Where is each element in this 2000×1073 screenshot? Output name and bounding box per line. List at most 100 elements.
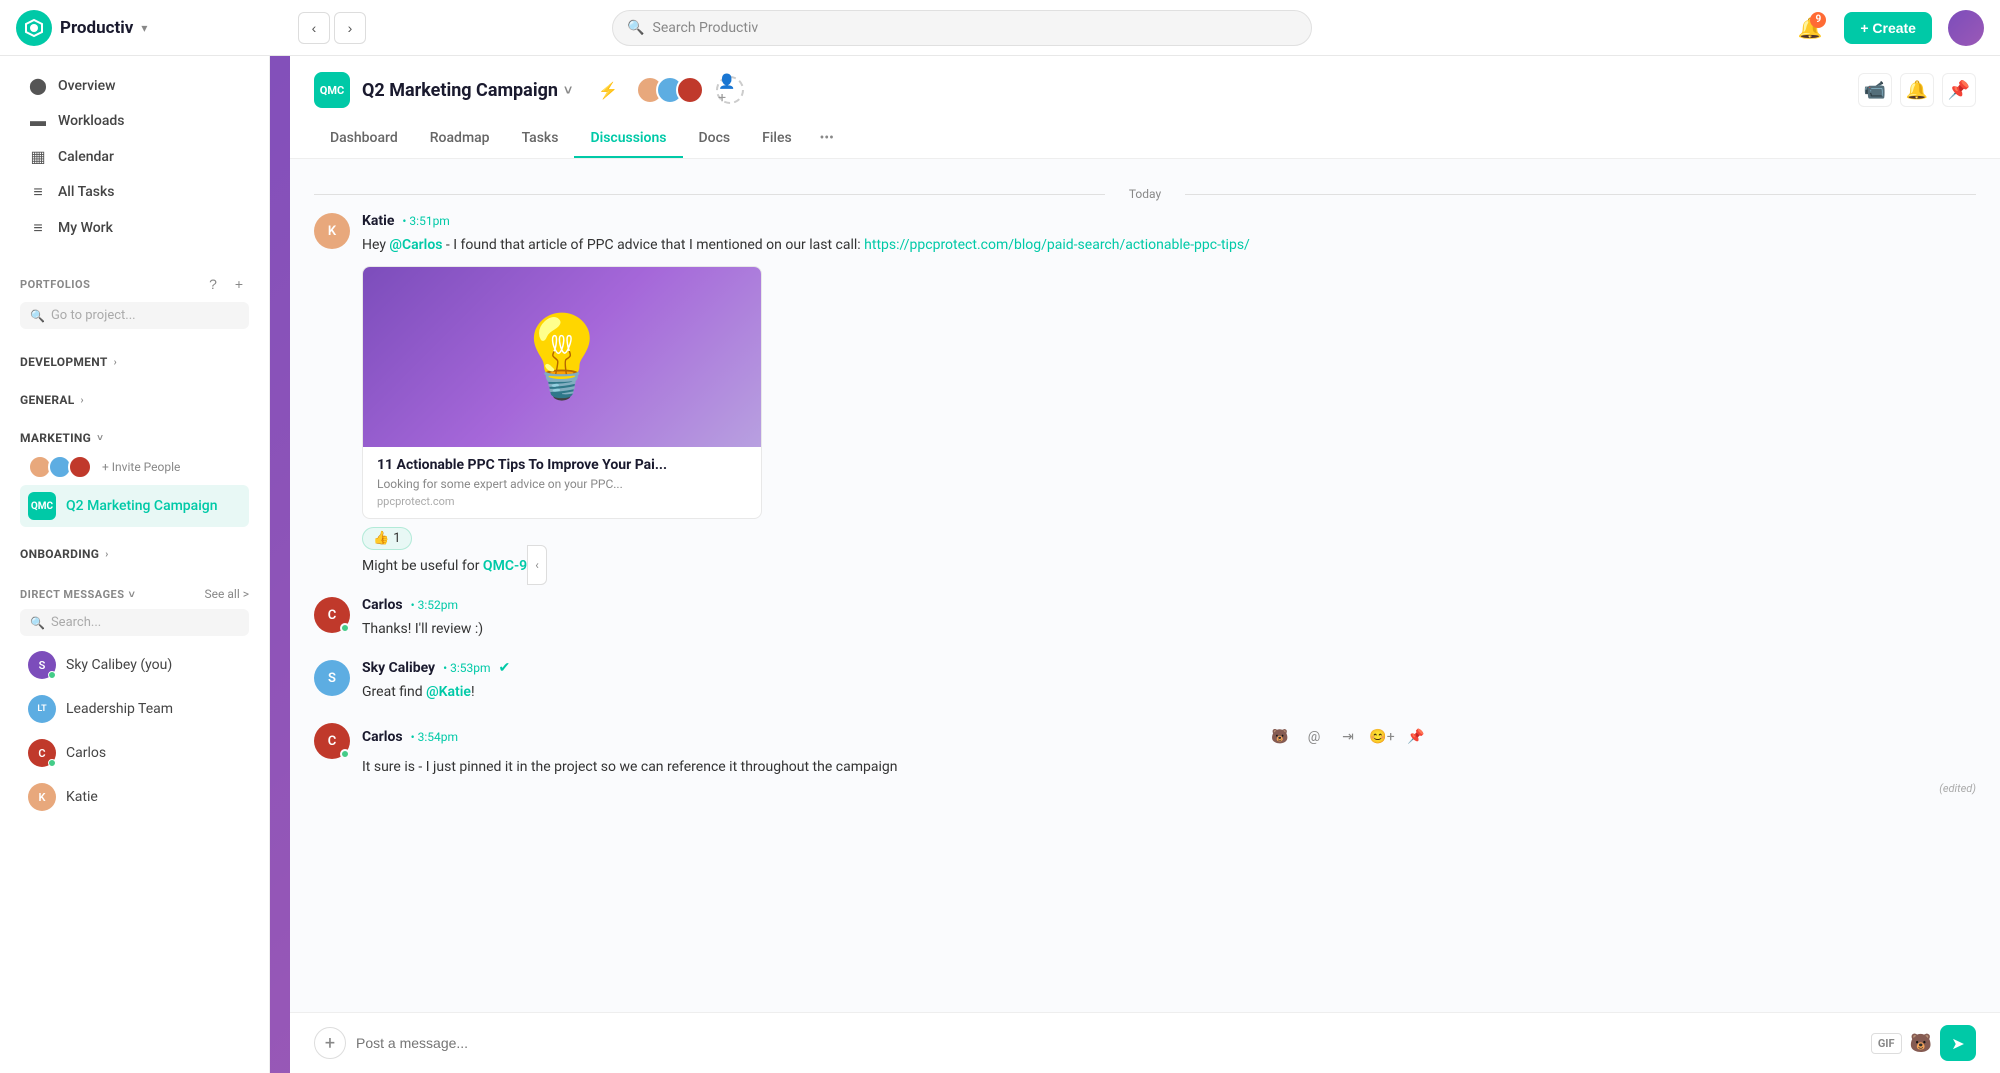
link-preview-desc: Looking for some expert advice on your P… — [377, 477, 747, 491]
sidebar-item-overview-label: Overview — [58, 78, 115, 94]
topbar: Productiv ▾ ‹ › 🔍 Search Productiv 🔔 9 +… — [0, 0, 2000, 56]
dm-search[interactable]: 🔍 Search... — [20, 609, 249, 636]
sidebar-item-calendar-label: Calendar — [58, 149, 114, 165]
katie-footer: Might be useful for QMC-9 — [362, 556, 1976, 577]
carlos-message-body-2: Carlos • 3:54pm 🐻 @ ⇥ 😊+ 📌 It sure is - … — [362, 723, 1976, 795]
tab-tasks[interactable]: Tasks — [506, 120, 575, 158]
create-button[interactable]: + Create — [1844, 12, 1932, 44]
onboarding-label: ONBOARDING — [20, 547, 99, 561]
video-icon[interactable]: 📹 — [1858, 73, 1892, 107]
sidebar-item-all-tasks-label: All Tasks — [58, 184, 114, 200]
sidebar-item-my-work[interactable]: ≡ My Work — [8, 210, 261, 246]
dm-title-label: DIRECT MESSAGES — [20, 588, 125, 601]
onboarding-chevron: › — [105, 549, 108, 560]
emoji-react-button[interactable]: 😊+ — [1368, 723, 1396, 751]
sidebar-group-general: GENERAL › — [0, 383, 269, 417]
qmc9-link[interactable]: QMC-9 — [483, 558, 527, 574]
calendar-icon: ▦ — [28, 147, 48, 166]
dm-item-katie[interactable]: K Katie — [20, 776, 249, 818]
dm-search-placeholder: Search... — [51, 615, 101, 630]
portfolio-search-icon: 🔍 — [30, 309, 45, 323]
sidebar-item-calendar[interactable]: ▦ Calendar — [8, 139, 261, 174]
sidebar-project-q2-marketing[interactable]: QMC Q2 Marketing Campaign — [20, 485, 249, 527]
back-button[interactable]: ‹ — [298, 12, 330, 44]
sky-avatar-initial: S — [328, 671, 336, 686]
notification-badge: 9 — [1810, 12, 1826, 28]
date-divider: Today — [314, 187, 1976, 201]
carlos-mention: @Carlos — [389, 237, 442, 253]
sky-message-meta: Sky Calibey • 3:53pm ✔ — [362, 660, 1976, 676]
ppc-link[interactable]: https://ppcprotect.com/blog/paid-search/… — [864, 237, 1250, 253]
pin-icon[interactable]: 📌 — [1942, 73, 1976, 107]
project-title-row: QMC Q2 Marketing Campaign ˅ ⚡ 👤+ 📹 — [314, 56, 1976, 120]
thumbs-up-reaction[interactable]: 👍 1 — [362, 527, 412, 550]
lightning-icon[interactable]: ⚡ — [592, 74, 624, 106]
sky-time: • 3:53pm — [443, 661, 490, 675]
sidebar-item-overview[interactable]: ⬤ Overview — [8, 68, 261, 103]
pin-message-button[interactable]: 🐻 — [1266, 723, 1294, 751]
sidebar-group-marketing: MARKETING ˅ + Invite People QMC Q2 Marke… — [0, 421, 269, 533]
nav-arrows: ‹ › — [298, 12, 366, 44]
dm-section: DIRECT MESSAGES ˅ See all > 🔍 Search... … — [0, 575, 269, 832]
carlos-message-meta-1: Carlos • 3:52pm — [362, 597, 1976, 613]
gif-button[interactable]: GIF — [1871, 1033, 1902, 1054]
message-group-carlos-2: C Carlos • 3:54pm 🐻 @ ⇥ 😊+ 📌 — [314, 723, 1976, 795]
carlos-author-1: Carlos — [362, 597, 403, 613]
portfolios-help-button[interactable]: ? — [203, 274, 223, 294]
dm-item-sky[interactable]: S Sky Calibey (you) — [20, 644, 249, 686]
dm-item-leadership[interactable]: LT Leadership Team — [20, 688, 249, 730]
add-member-button[interactable]: 👤+ — [716, 76, 744, 104]
add-attachment-button[interactable]: + — [314, 1027, 346, 1059]
dm-title[interactable]: DIRECT MESSAGES ˅ — [20, 588, 135, 601]
link-preview-card[interactable]: 💡 11 Actionable PPC Tips To Improve Your… — [362, 266, 762, 519]
project-name[interactable]: Q2 Marketing Campaign ˅ — [362, 80, 572, 101]
carlos-avatar-2: C — [314, 723, 350, 759]
sidebar-group-general-header[interactable]: GENERAL › — [20, 387, 249, 413]
tab-more[interactable]: ••• — [808, 120, 846, 158]
search-bar[interactable]: 🔍 Search Productiv — [612, 10, 1312, 46]
project-actions: ⚡ 👤+ — [592, 74, 744, 106]
user-avatar[interactable] — [1948, 10, 1984, 46]
carlos-time-1: • 3:52pm — [411, 598, 458, 612]
tab-discussions[interactable]: Discussions — [574, 120, 682, 158]
invite-people-link[interactable]: + Invite People — [102, 460, 180, 474]
sidebar-group-onboarding-header[interactable]: ONBOARDING › — [20, 541, 249, 567]
development-label: DEVELOPMENT — [20, 355, 108, 369]
dm-name-katie: Katie — [66, 789, 98, 805]
dm-header: DIRECT MESSAGES ˅ See all > — [20, 587, 249, 601]
sidebar-nav: ⬤ Overview ▬ Workloads ▦ Calendar ≡ All … — [0, 56, 269, 258]
emoji-button[interactable]: 🐻 — [1910, 1033, 1932, 1054]
at-mention-button[interactable]: @ — [1300, 723, 1328, 751]
workloads-icon: ▬ — [28, 111, 48, 131]
tab-roadmap[interactable]: Roadmap — [414, 120, 506, 158]
notification-bell-icon[interactable]: 🔔 — [1900, 73, 1934, 107]
sidebar-toggle[interactable]: ‹ — [527, 545, 547, 585]
katie-author: Katie — [362, 213, 394, 229]
tab-docs[interactable]: Docs — [683, 120, 747, 158]
sidebar-item-workloads[interactable]: ▬ Workloads — [8, 103, 261, 139]
sidebar-item-all-tasks[interactable]: ≡ All Tasks — [8, 174, 261, 210]
sky-message-body: Sky Calibey • 3:53pm ✔ Great find @Katie… — [362, 660, 1976, 703]
dm-see-all[interactable]: See all > — [205, 587, 249, 601]
tab-dashboard[interactable]: Dashboard — [314, 120, 414, 158]
message-input[interactable] — [356, 1035, 1861, 1051]
portfolio-search[interactable]: 🔍 Go to project... — [20, 302, 249, 329]
katie-mention: @Katie — [426, 684, 471, 700]
general-label: GENERAL — [20, 393, 75, 407]
edited-label: (edited) — [362, 782, 1976, 795]
portfolios-add-button[interactable]: + — [229, 274, 249, 294]
tab-files[interactable]: Files — [746, 120, 808, 158]
dm-item-carlos[interactable]: C Carlos — [20, 732, 249, 774]
bookmark-button[interactable]: 📌 — [1402, 723, 1430, 751]
project-name-chevron: ˅ — [564, 82, 572, 99]
sidebar-group-development-header[interactable]: DEVELOPMENT › — [20, 349, 249, 375]
portfolios-section: PORTFOLIOS ? + 🔍 Go to project... — [0, 258, 269, 345]
message-group-sky: S Sky Calibey • 3:53pm ✔ Great find @Kat… — [314, 660, 1976, 703]
sidebar-group-marketing-header[interactable]: MARKETING ˅ — [20, 425, 249, 451]
send-button[interactable]: ➤ — [1940, 1025, 1976, 1061]
format-button[interactable]: ⇥ — [1334, 723, 1362, 751]
bulb-emoji: 💡 — [512, 310, 612, 404]
link-preview-title: 11 Actionable PPC Tips To Improve Your P… — [377, 457, 747, 473]
forward-button[interactable]: › — [334, 12, 366, 44]
notification-button[interactable]: 🔔 9 — [1792, 10, 1828, 46]
